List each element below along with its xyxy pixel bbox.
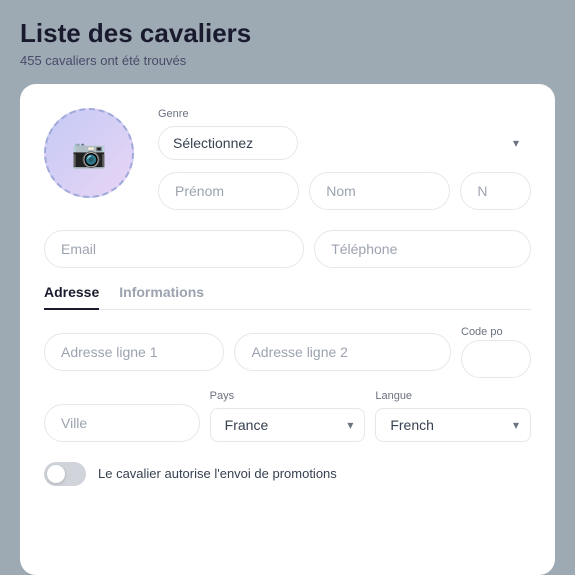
name-row bbox=[158, 172, 531, 210]
prenom-input[interactable] bbox=[158, 172, 299, 210]
adresse2-wrapper bbox=[234, 333, 451, 371]
main-card: 📷 Genre Sélectionnez Homme Femme Autre ▾ bbox=[20, 84, 555, 575]
toggle-knob bbox=[47, 465, 65, 483]
telephone-wrapper bbox=[314, 230, 531, 268]
nom-input[interactable] bbox=[309, 172, 450, 210]
langue-label: Langue bbox=[375, 390, 531, 402]
langue-select-wrapper: French English Español Deutsch ▾ bbox=[375, 408, 531, 442]
tab-informations[interactable]: Informations bbox=[119, 284, 204, 310]
email-phone-row bbox=[44, 230, 531, 268]
genre-group: Genre Sélectionnez Homme Femme Autre ▾ bbox=[158, 108, 531, 160]
extra-name-input[interactable] bbox=[460, 172, 531, 210]
adresse1-wrapper bbox=[44, 333, 224, 371]
code-postal-input[interactable] bbox=[461, 340, 531, 378]
page-title: Liste des cavaliers bbox=[20, 18, 555, 49]
genre-select[interactable]: Sélectionnez Homme Femme Autre bbox=[158, 126, 298, 160]
code-postal-label: Code po bbox=[461, 326, 531, 338]
extra-name-wrapper bbox=[460, 172, 531, 210]
tabs-row: Adresse Informations bbox=[44, 284, 531, 310]
email-input[interactable] bbox=[44, 230, 304, 268]
adresse-ligne2-input[interactable] bbox=[234, 333, 451, 371]
form-right: Genre Sélectionnez Homme Femme Autre ▾ bbox=[158, 108, 531, 210]
nom-wrapper bbox=[309, 172, 450, 210]
langue-select[interactable]: French English Español Deutsch bbox=[375, 408, 531, 442]
pays-wrapper: Pays France Belgique Suisse Canada ▾ bbox=[210, 390, 366, 442]
genre-select-arrow: ▾ bbox=[513, 136, 519, 150]
promo-label: Le cavalier autorise l'envoi de promotio… bbox=[98, 466, 337, 481]
card-top-section: 📷 Genre Sélectionnez Homme Femme Autre ▾ bbox=[44, 108, 531, 210]
page-background: Liste des cavaliers 455 cavaliers ont ét… bbox=[0, 0, 575, 575]
tab-adresse[interactable]: Adresse bbox=[44, 284, 99, 310]
pays-label: Pays bbox=[210, 390, 366, 402]
camera-icon: 📷 bbox=[72, 137, 107, 170]
genre-select-wrapper: Sélectionnez Homme Femme Autre ▾ bbox=[158, 126, 531, 160]
ville-input[interactable] bbox=[44, 404, 200, 442]
email-wrapper bbox=[44, 230, 304, 268]
code-postal-wrapper: Code po bbox=[461, 326, 531, 378]
ville-wrapper bbox=[44, 404, 200, 442]
avatar[interactable]: 📷 bbox=[44, 108, 134, 198]
address-row1: Code po bbox=[44, 326, 531, 378]
pays-select[interactable]: France Belgique Suisse Canada bbox=[210, 408, 366, 442]
pays-group: Pays France Belgique Suisse Canada ▾ bbox=[210, 390, 366, 442]
telephone-input[interactable] bbox=[314, 230, 531, 268]
langue-group: Langue French English Español Deutsch ▾ bbox=[375, 390, 531, 442]
page-subtitle: 455 cavaliers ont été trouvés bbox=[20, 53, 555, 68]
langue-wrapper: Langue French English Español Deutsch ▾ bbox=[375, 390, 531, 442]
promo-toggle[interactable] bbox=[44, 462, 86, 486]
prenom-wrapper bbox=[158, 172, 299, 210]
pays-select-wrapper: France Belgique Suisse Canada ▾ bbox=[210, 408, 366, 442]
genre-label: Genre bbox=[158, 108, 531, 120]
address-row2: Pays France Belgique Suisse Canada ▾ Lan… bbox=[44, 390, 531, 442]
adresse-ligne1-input[interactable] bbox=[44, 333, 224, 371]
promo-row: Le cavalier autorise l'envoi de promotio… bbox=[44, 462, 531, 486]
